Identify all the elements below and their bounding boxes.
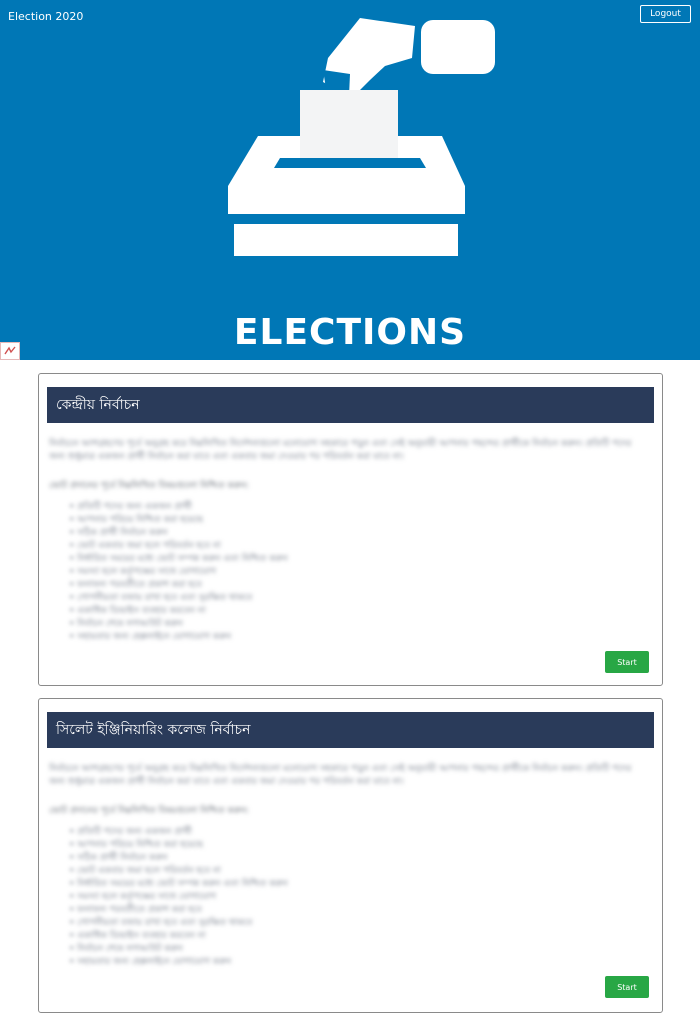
- instructions-lead: ভোট প্রদানের পূর্বে নিম্নলিখিত বিষয়গুলো…: [49, 481, 249, 491]
- list-item: প্রতিটি পদের জন্য একজন প্রার্থী: [69, 826, 649, 839]
- list-item: ভোট একবার জমা হলে পরিবর্তন হবে না: [69, 865, 649, 878]
- list-item: নির্বাচন শেষে লগআউট করুন: [69, 943, 649, 956]
- instructions-lead: ভোট প্রদানের পূর্বে নিম্নলিখিত বিষয়গুলো…: [49, 806, 249, 816]
- list-item: আপনার পরিচয় নিশ্চিত করা হয়েছে: [69, 514, 649, 527]
- list-item: সঠিক প্রার্থী নির্বাচন করুন: [69, 527, 649, 540]
- election-title: কেন্দ্রীয় নির্বাচন: [47, 387, 654, 423]
- list-item: গোপনীয়তা বজায় রাখা হবে এবং সুরক্ষিত থা…: [69, 592, 649, 605]
- list-item: একাধিক ডিভাইস ব্যবহার করবেন না: [69, 930, 649, 943]
- list-item: আপনার পরিচয় নিশ্চিত করা হয়েছে: [69, 839, 649, 852]
- start-button[interactable]: Start: [605, 651, 649, 673]
- list-item: সঠিক প্রার্থী নির্বাচন করুন: [69, 852, 649, 865]
- election-card: সিলেট ইঞ্জিনিয়ারিং কলেজ নির্বাচন নির্বা…: [38, 698, 663, 1013]
- ballot-box-icon: [228, 18, 495, 256]
- feedback-icon[interactable]: [0, 342, 20, 360]
- hero-banner: Election 2020 Logout ELECTIONS: [0, 0, 700, 360]
- election-instructions: নির্বাচনে অংশগ্রহণের পূর্বে অনুগ্রহ করে …: [49, 438, 649, 644]
- instructions-paragraph: নির্বাচনে অংশগ্রহণের পূর্বে অনুগ্রহ করে …: [49, 439, 632, 462]
- list-item: একাধিক ডিভাইস ব্যবহার করবেন না: [69, 605, 649, 618]
- app-title: Election 2020: [8, 10, 84, 23]
- instructions-list: প্রতিটি পদের জন্য একজন প্রার্থী আপনার পর…: [49, 826, 649, 969]
- list-item: গোপনীয়তা বজায় রাখা হবে এবং সুরক্ষিত থা…: [69, 917, 649, 930]
- list-item: নির্ধারিত সময়ের মধ্যে ভোট সম্পন্ন করুন …: [69, 553, 649, 566]
- list-item: প্রতিটি পদের জন্য একজন প্রার্থী: [69, 501, 649, 514]
- list-item: ভোট একবার জমা হলে পরিবর্তন হবে না: [69, 540, 649, 553]
- start-button[interactable]: Start: [605, 976, 649, 998]
- list-item: সহায়তার জন্য হেল্পলাইনে যোগাযোগ করুন: [69, 631, 649, 644]
- election-title: সিলেট ইঞ্জিনিয়ারিং কলেজ নির্বাচন: [47, 712, 654, 748]
- list-item: সমস্যা হলে কর্তৃপক্ষের সাথে যোগাযোগ: [69, 891, 649, 904]
- list-item: সহায়তার জন্য হেল্পলাইনে যোগাযোগ করুন: [69, 956, 649, 969]
- list-item: নির্বাচন শেষে লগআউট করুন: [69, 618, 649, 631]
- list-item: ফলাফল পরবর্তীতে প্রকাশ করা হবে: [69, 904, 649, 917]
- list-item: ফলাফল পরবর্তীতে প্রকাশ করা হবে: [69, 579, 649, 592]
- list-item: নির্ধারিত সময়ের মধ্যে ভোট সম্পন্ন করুন …: [69, 878, 649, 891]
- instructions-paragraph: নির্বাচনে অংশগ্রহণের পূর্বে অনুগ্রহ করে …: [49, 764, 632, 787]
- election-instructions: নির্বাচনে অংশগ্রহণের পূর্বে অনুগ্রহ করে …: [49, 763, 649, 969]
- list-item: সমস্যা হলে কর্তৃপক্ষের সাথে যোগাযোগ: [69, 566, 649, 579]
- hero-title: ELECTIONS: [233, 312, 467, 353]
- logout-button[interactable]: Logout: [640, 5, 691, 23]
- instructions-list: প্রতিটি পদের জন্য একজন প্রার্থী আপনার পর…: [49, 501, 649, 644]
- election-card: কেন্দ্রীয় নির্বাচন নির্বাচনে অংশগ্রহণের…: [38, 373, 663, 686]
